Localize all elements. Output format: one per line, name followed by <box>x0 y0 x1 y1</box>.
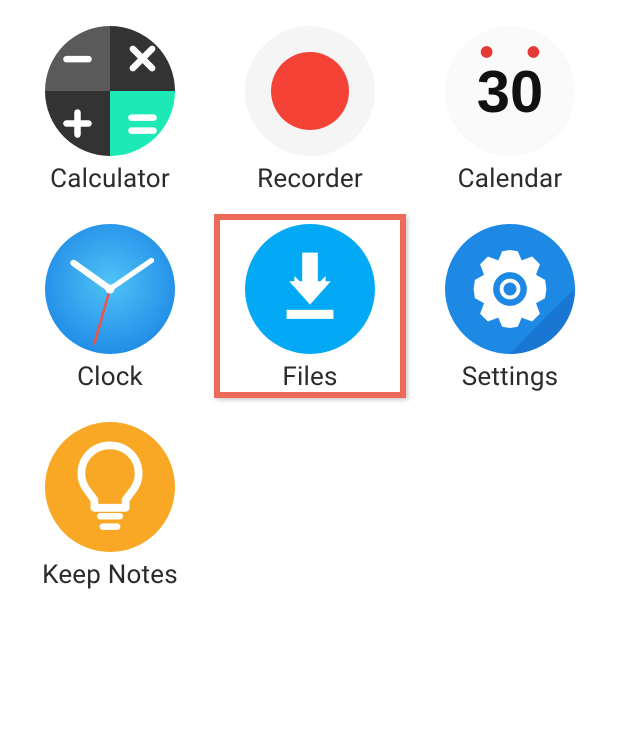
recorder-icon <box>245 26 375 156</box>
calendar-icon: 30 <box>445 26 575 156</box>
app-label: Calculator <box>50 164 170 194</box>
app-label: Files <box>282 362 337 392</box>
app-label: Calendar <box>458 164 563 194</box>
keep-notes-icon <box>45 422 175 552</box>
app-grid: Calculator Recorder 30 Calendar <box>0 0 620 604</box>
app-label: Recorder <box>257 164 363 194</box>
app-label: Keep Notes <box>42 560 178 590</box>
app-clock[interactable]: Clock <box>10 218 210 396</box>
settings-icon <box>445 224 575 354</box>
app-recorder[interactable]: Recorder <box>210 20 410 198</box>
app-keep-notes[interactable]: Keep Notes <box>10 416 210 594</box>
svg-text:30: 30 <box>477 58 544 125</box>
app-settings[interactable]: Settings <box>410 218 610 396</box>
calculator-icon <box>45 26 175 156</box>
app-calendar[interactable]: 30 Calendar <box>410 20 610 198</box>
clock-icon <box>45 224 175 354</box>
app-label: Clock <box>77 362 143 392</box>
app-calculator[interactable]: Calculator <box>10 20 210 198</box>
app-label: Settings <box>462 362 559 392</box>
app-files[interactable]: Files <box>210 218 410 396</box>
files-icon <box>245 224 375 354</box>
